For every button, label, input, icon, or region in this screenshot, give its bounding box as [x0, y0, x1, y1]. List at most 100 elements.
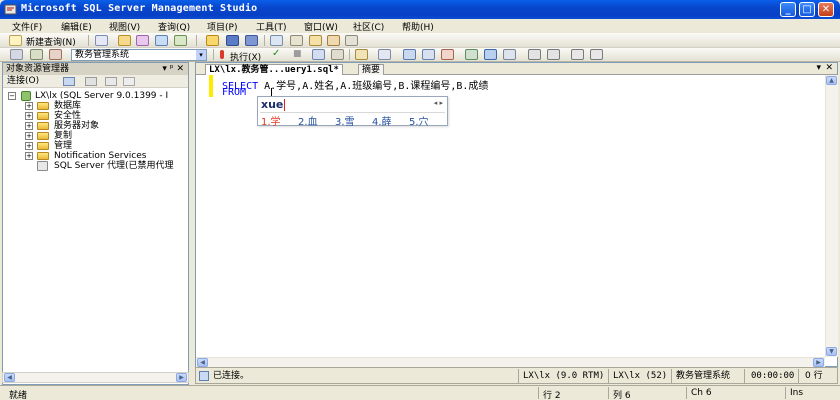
connect-db-icon[interactable]: [63, 77, 75, 86]
include-client-statistics-icon[interactable]: [422, 49, 435, 60]
tree-node-label: 数据库: [54, 101, 82, 111]
tree-node-sql-agent[interactable]: SQL Server 代理(已禁用代理: [37, 161, 188, 171]
tree-node-security[interactable]: + 安全性: [25, 111, 185, 121]
tree-node-notification-services[interactable]: + Notification Services: [25, 151, 188, 161]
menu-help[interactable]: 帮助(H): [402, 20, 434, 33]
query-status-bar: 已连接。 LX\lx (9.0 RTM) LX\lx (52) 教务管理系统 0…: [195, 367, 838, 384]
tree-node-label: 管理: [54, 141, 73, 151]
collapse-icon[interactable]: −: [8, 92, 16, 100]
mdx-query-icon[interactable]: [136, 35, 149, 46]
scroll-up-icon[interactable]: ▲: [826, 76, 837, 85]
connect-icon[interactable]: [10, 49, 23, 60]
menu-window[interactable]: 窗口(W): [304, 20, 338, 33]
minimize-button[interactable]: _: [780, 2, 796, 17]
editor-horizontal-scrollbar[interactable]: ◀ ▶: [196, 357, 825, 367]
registered-servers-icon[interactable]: [270, 35, 283, 46]
menu-project[interactable]: 项目(P): [207, 20, 237, 33]
title-bar: Microsoft SQL Server Management Studio _…: [0, 0, 840, 19]
disconnect-icon[interactable]: [85, 77, 97, 86]
folder-icon: [37, 152, 49, 160]
close-document-icon[interactable]: ✕: [825, 63, 833, 73]
object-explorer-icon[interactable]: [290, 35, 303, 46]
filter-icon[interactable]: [123, 77, 135, 86]
execute-icon[interactable]: [220, 50, 224, 59]
expand-icon[interactable]: +: [25, 132, 33, 140]
tree-node-management[interactable]: + 管理: [25, 141, 185, 151]
ime-page-nav-icon[interactable]: ◂ ▸: [434, 99, 443, 107]
tree-root-server[interactable]: − LX\lx (SQL Server 9.0.1399 - I: [8, 91, 188, 101]
comment-out-icon[interactable]: [528, 49, 541, 60]
ime-candidate[interactable]: 2.血: [298, 113, 318, 128]
template-explorer-icon[interactable]: [309, 35, 322, 46]
increase-indent-icon[interactable]: [590, 49, 603, 60]
results-to-grid-icon[interactable]: [465, 49, 478, 60]
available-databases-select[interactable]: 教务管理系统 ▾: [71, 49, 207, 61]
specify-template-values-icon[interactable]: [355, 49, 368, 60]
menu-view[interactable]: 视图(V): [109, 20, 140, 33]
expand-icon[interactable]: +: [25, 102, 33, 110]
tree-node-replication[interactable]: + 复制: [25, 131, 185, 141]
menu-community[interactable]: 社区(C): [353, 20, 384, 33]
ssms-app-icon: [4, 3, 17, 16]
query-designer-icon[interactable]: [331, 49, 344, 60]
tree-node-databases[interactable]: + 数据库: [25, 101, 185, 111]
intellisense-icon[interactable]: [378, 49, 391, 60]
status-divider: [798, 369, 799, 383]
chevron-down-icon[interactable]: ▾: [816, 63, 821, 73]
xmla-query-icon[interactable]: [174, 35, 187, 46]
tree-node-server-objects[interactable]: + 服务器对象: [25, 121, 185, 131]
open-file-icon[interactable]: [206, 35, 219, 46]
status-divider: [671, 369, 672, 383]
expand-icon[interactable]: +: [25, 122, 33, 130]
tab-summary[interactable]: 摘要: [358, 64, 385, 75]
close-button[interactable]: ✕: [818, 2, 834, 17]
scroll-right-icon[interactable]: ▶: [813, 358, 824, 367]
ime-candidate[interactable]: 1.学: [261, 113, 281, 128]
parse-check-icon[interactable]: ✓: [272, 48, 280, 59]
show-results-pane-icon[interactable]: [503, 49, 516, 60]
scroll-left-icon[interactable]: ◀: [197, 358, 208, 367]
decrease-indent-icon[interactable]: [571, 49, 584, 60]
ime-candidate[interactable]: 5.穴: [409, 113, 429, 128]
ime-candidate[interactable]: 4.薛: [372, 113, 392, 128]
toolbox-icon[interactable]: [345, 35, 358, 46]
chevron-down-icon[interactable]: ▾: [196, 50, 206, 60]
change-connection-icon[interactable]: [30, 49, 43, 60]
tab-query1[interactable]: LX\lx.教务管...uery1.sql*: [205, 64, 343, 75]
scroll-left-icon[interactable]: ◀: [4, 373, 15, 382]
expand-icon[interactable]: +: [25, 152, 33, 160]
object-explorer-horizontal-scrollbar[interactable]: ◀ ▶: [2, 372, 189, 383]
maximize-button[interactable]: □: [799, 2, 815, 17]
ime-candidate[interactable]: 3.雪: [335, 113, 355, 128]
database-engine-query-icon[interactable]: [95, 35, 108, 46]
connect-button[interactable]: 连接(O): [7, 76, 39, 86]
cancel-query-icon[interactable]: ■: [293, 49, 302, 59]
column-number: 列 6: [613, 391, 631, 400]
include-execution-plan-icon[interactable]: [403, 49, 416, 60]
display-estimated-plan-icon[interactable]: [312, 49, 325, 60]
menu-query[interactable]: 查询(Q): [158, 20, 190, 33]
results-to-text-icon[interactable]: [441, 49, 454, 60]
scroll-down-icon[interactable]: ▼: [826, 347, 837, 356]
results-to-file-icon[interactable]: [484, 49, 497, 60]
properties-window-icon[interactable]: [327, 35, 340, 46]
save-icon[interactable]: [226, 35, 239, 46]
menu-file[interactable]: 文件(F): [12, 20, 42, 33]
new-query-icon[interactable]: [9, 35, 22, 46]
toolbar-separator: [88, 35, 89, 46]
new-query-button[interactable]: 新建查询(N): [26, 35, 76, 48]
save-all-icon[interactable]: [245, 35, 258, 46]
refresh-icon[interactable]: [105, 77, 117, 86]
menu-tools[interactable]: 工具(T): [256, 20, 287, 33]
menu-edit[interactable]: 编辑(E): [61, 20, 92, 33]
dmx-query-icon[interactable]: [155, 35, 168, 46]
analysis-query-icon[interactable]: [118, 35, 131, 46]
uncomment-icon[interactable]: [547, 49, 560, 60]
editor-vertical-scrollbar[interactable]: ▲ ▼: [825, 75, 838, 357]
expand-icon[interactable]: +: [25, 112, 33, 120]
expand-icon[interactable]: +: [25, 142, 33, 150]
scroll-right-icon[interactable]: ▶: [176, 373, 187, 382]
object-explorer-toolbar: 连接(O): [3, 75, 188, 88]
pin-close-icon[interactable]: ▾ ᵖ ✕: [162, 63, 184, 75]
disconnect-icon[interactable]: [49, 49, 62, 60]
